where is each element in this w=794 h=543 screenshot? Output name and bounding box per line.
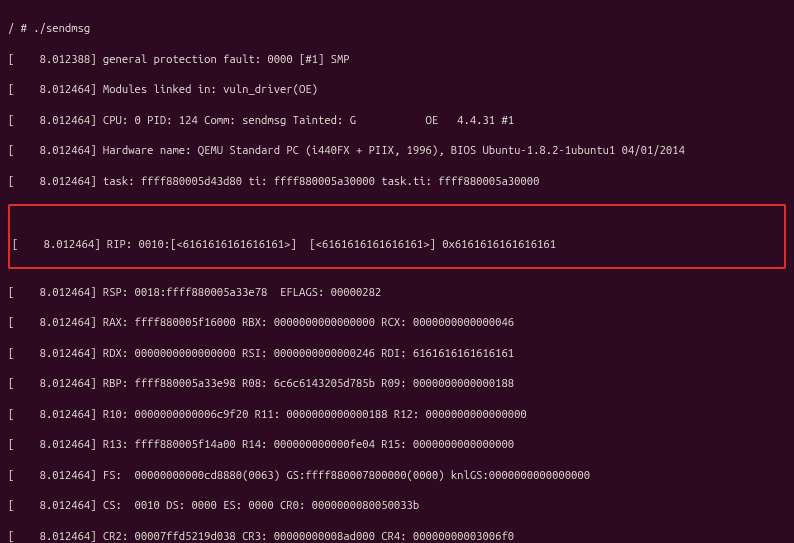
log-rsp: [ 8.012464] RSP: 0018:ffff880005a33e78 E… [8,285,786,300]
highlight-rip-line: [ 8.012464] RIP: 0010:[<6161616161616161… [8,204,786,269]
log-r13: [ 8.012464] R13: ffff880005f14a00 R14: 0… [8,437,786,452]
log-rdx: [ 8.012464] RDX: 0000000000000000 RSI: 0… [8,346,786,361]
log-fs: [ 8.012464] FS: 00000000000cd8880(0063) … [8,468,786,483]
log-task: [ 8.012464] task: ffff880005d43d80 ti: f… [8,174,786,189]
log-rip: [ 8.012464] RIP: 0010:[<6161616161616161… [12,237,782,252]
log-cr2: [ 8.012464] CR2: 00007ffd5219d038 CR3: 0… [8,529,786,543]
cmd-line: / # ./sendmsg [8,21,786,36]
log-cpu: [ 8.012464] CPU: 0 PID: 124 Comm: sendms… [8,113,786,128]
log-cs: [ 8.012464] CS: 0010 DS: 0000 ES: 0000 C… [8,498,786,513]
log-gpf: [ 8.012388] general protection fault: 00… [8,52,786,67]
log-modules: [ 8.012464] Modules linked in: vuln_driv… [8,82,786,97]
log-hardware: [ 8.012464] Hardware name: QEMU Standard… [8,143,786,158]
log-r10: [ 8.012464] R10: 0000000000006c9f20 R11:… [8,407,786,422]
log-rbp: [ 8.012464] RBP: ffff880005a33e98 R08: 6… [8,376,786,391]
log-rax: [ 8.012464] RAX: ffff880005f16000 RBX: 0… [8,315,786,330]
terminal-output[interactable]: / # ./sendmsg [ 8.012388] general protec… [0,0,794,543]
